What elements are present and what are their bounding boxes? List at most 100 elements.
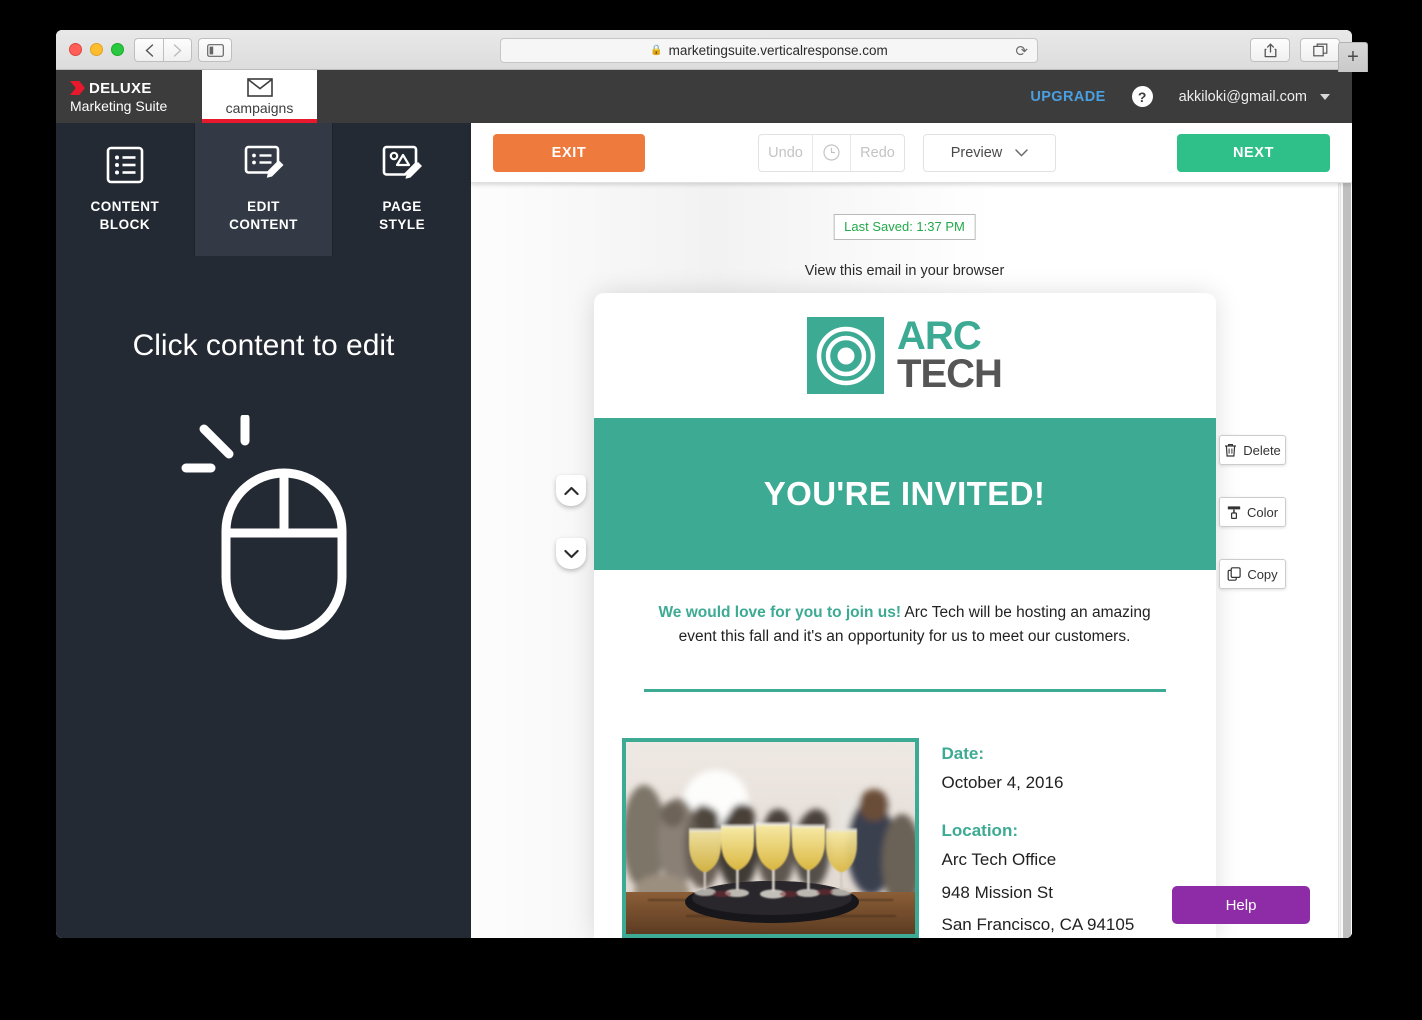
mode-tab-edit-content[interactable]: EDIT CONTENT [194,123,334,256]
redo-button[interactable]: Redo [851,135,904,171]
share-icon [1264,43,1276,57]
address-bar[interactable]: 🔒 marketingsuite.verticalresponse.com ⟳ [500,38,1038,63]
mode-tab-page-style-label: PAGE STYLE [379,198,426,232]
history-button[interactable] [813,134,851,171]
undo-redo-group: Undo Redo [758,133,905,172]
mode-tab-content-block[interactable]: CONTENT BLOCK [56,123,195,256]
show-tabs-icon [1312,43,1327,57]
delete-block-label: Delete [1243,442,1281,458]
email-hero-block[interactable]: YOU'RE INVITED! [593,418,1216,570]
email-canvas: Last Saved: 1:37 PM View this email in y… [471,183,1352,938]
back-button[interactable] [134,38,163,62]
email-details-block[interactable]: Date: October 4, 2016 Location: Arc Tech… [594,692,1216,938]
tab-campaigns-label: campaigns [225,99,294,116]
show-tabs-button[interactable] [1300,38,1340,62]
trash-icon [1225,444,1237,457]
maximize-window-button[interactable] [111,43,124,56]
color-block-button[interactable]: Color [1219,497,1286,527]
page-scrollbar-thumb[interactable] [1343,178,1351,938]
block-move-controls [556,475,586,569]
navigation-buttons [134,38,192,62]
minimize-window-button[interactable] [90,43,103,56]
intro-lead-text: We would love for you to join us! [658,604,901,621]
url-text: marketingsuite.verticalresponse.com [668,43,888,58]
logo-mark [807,317,885,394]
share-button[interactable] [1250,38,1290,62]
mode-tab-content-block-label: CONTENT BLOCK [90,198,160,232]
clock-icon [823,144,840,161]
block-action-buttons: Delete Color Copy [1219,435,1286,589]
preview-label: Preview [950,144,1003,161]
logo-arc-text: ARC [897,314,982,359]
browser-window: 🔒 marketingsuite.verticalresponse.com ⟳ [56,30,1352,938]
tab-campaigns[interactable]: campaigns [202,70,317,123]
new-tab-button[interactable]: + [1338,42,1368,72]
header-actions: UPGRADE ? akkiloki@gmail.com [1030,70,1352,123]
reload-icon[interactable]: ⟳ [1015,42,1028,60]
lock-icon: 🔒 [650,45,663,56]
account-email: akkiloki@gmail.com [1178,88,1307,105]
detail-spacer [942,796,1135,821]
mouse-click-illustration [173,413,355,650]
hero-title: YOU'RE INVITED! [763,475,1046,512]
deluxe-mark-icon [70,81,85,95]
delete-block-button[interactable]: Delete [1219,435,1286,465]
sidebar-toggle-button[interactable] [198,38,232,62]
chevron-left-icon [144,43,153,57]
mouse-click-icon [181,413,346,640]
location-line-2: 948 Mission St [941,882,1054,902]
panel-title: Click content to edit [132,329,395,362]
help-icon[interactable]: ? [1131,86,1153,107]
color-block-label: Color [1246,504,1279,520]
upgrade-link[interactable]: UPGRADE [1030,89,1105,105]
event-photo[interactable] [621,737,919,938]
move-block-down-button[interactable] [556,538,586,569]
copy-block-button[interactable]: Copy [1219,559,1286,589]
bullseye-icon [816,326,875,385]
chevron-down-icon [1320,93,1330,100]
intro-text: We would love for you to join us! Arc Te… [644,601,1166,650]
browser-toolbar-right [1250,38,1340,62]
paint-roller-icon [1227,506,1241,519]
next-button[interactable]: NEXT [1177,133,1330,172]
sidebar-toggle-icon [206,43,224,57]
copy-icon [1227,567,1242,581]
date-label: Date: [941,743,985,763]
account-menu[interactable]: akkiloki@gmail.com [1179,89,1330,105]
left-panel-body: Click content to edit [56,256,471,938]
exit-button[interactable]: EXIT [493,133,645,172]
help-button[interactable]: Help [1172,886,1310,924]
email-logo-block[interactable]: ARC TECH [594,293,1216,418]
page-scrollbar[interactable] [1340,176,1352,938]
header-spacer [317,70,1030,123]
brand-name: DELUXE [89,79,152,97]
location-line-1: Arc Tech Office [941,850,1057,870]
chevron-up-icon [563,486,579,495]
canvas-surface: Last Saved: 1:37 PM View this email in y… [471,183,1338,938]
undo-button[interactable]: Undo [759,134,813,171]
brand-subtitle: Marketing Suite [70,97,168,114]
mode-tabs: CONTENT BLOCK EDIT CONTENT PAGE STYLE [56,123,471,256]
location-label: Location: [941,821,1019,841]
edit-content-icon [244,145,283,178]
chevron-right-icon [173,43,182,57]
app-body: CONTENT BLOCK EDIT CONTENT PAGE STYLE Cl… [56,123,1352,938]
editor-toolbar: EXIT Undo Redo Preview NEXT [471,123,1352,183]
date-value: October 4, 2016 [941,772,1064,792]
chevron-down-icon [563,549,579,558]
move-block-up-button[interactable] [556,475,586,506]
preview-dropdown[interactable]: Preview [923,133,1056,172]
mode-tab-page-style[interactable]: PAGE STYLE [333,123,471,256]
app-header: DELUXE Marketing Suite campaigns UPGRADE… [56,70,1352,123]
copy-block-label: Copy [1247,566,1278,582]
browser-titlebar: 🔒 marketingsuite.verticalresponse.com ⟳ [56,30,1352,70]
editor-column: EXIT Undo Redo Preview NEXT Last Saved: … [471,123,1352,938]
view-in-browser-link[interactable]: View this email in your browser [805,263,1005,279]
page-style-icon [382,145,423,179]
close-window-button[interactable] [69,43,82,56]
location-line-3: San Francisco, CA 94105 [941,915,1135,934]
event-details: Date: October 4, 2016 Location: Arc Tech… [942,738,1135,938]
email-preview-card: ARC TECH YOU'RE INVITED! We would love f… [593,293,1216,938]
forward-button[interactable] [163,38,192,62]
email-intro-block[interactable]: We would love for you to join us! Arc Te… [594,570,1216,650]
